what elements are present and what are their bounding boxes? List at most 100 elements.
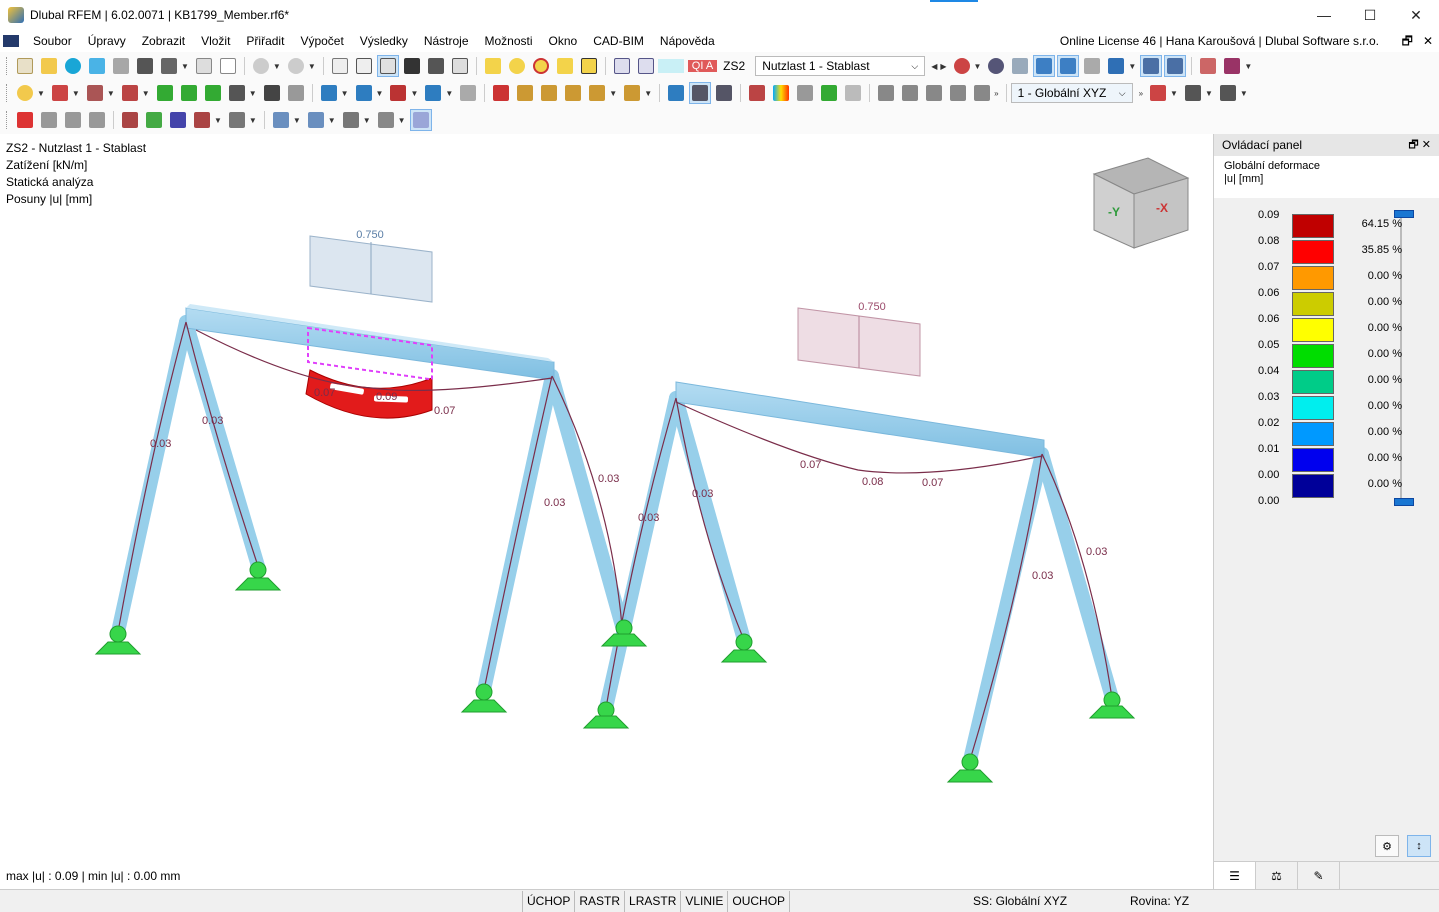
- surface-color-icon[interactable]: [770, 82, 792, 104]
- wizard-dropdown-icon[interactable]: ▼: [376, 89, 384, 98]
- solid-box-icon[interactable]: [794, 82, 816, 104]
- line-support-icon[interactable]: [178, 82, 200, 104]
- diagram-icon[interactable]: [1221, 55, 1243, 77]
- document-icon[interactable]: [217, 55, 239, 77]
- view-neg-y-icon[interactable]: [143, 109, 165, 131]
- render-icon[interactable]: [270, 109, 292, 131]
- view-mode-dropdown-icon[interactable]: ▼: [1128, 62, 1136, 71]
- lgrid-button[interactable]: LRASTR: [624, 890, 680, 912]
- menu-upravy[interactable]: Úpravy: [80, 30, 134, 52]
- distribute-5-icon[interactable]: [971, 82, 993, 104]
- webservice-icon[interactable]: [86, 55, 108, 77]
- axis-icon[interactable]: [1147, 82, 1169, 104]
- menu-soubor[interactable]: Soubor: [25, 30, 80, 52]
- menu-napoveda[interactable]: Nápověda: [652, 30, 723, 52]
- target-icon[interactable]: [530, 55, 552, 77]
- node-dropdown-icon[interactable]: ▼: [142, 89, 150, 98]
- dimension-icon[interactable]: [226, 82, 248, 104]
- tab-display-icon[interactable]: ✎: [1298, 862, 1340, 890]
- plane-icon[interactable]: [305, 109, 327, 131]
- select-dropdown-icon[interactable]: ▼: [37, 89, 45, 98]
- node-icon[interactable]: [119, 82, 141, 104]
- move-icon[interactable]: [490, 82, 512, 104]
- results-table-icon[interactable]: [1197, 55, 1219, 77]
- snap-dropdown-icon[interactable]: ▼: [1205, 89, 1213, 98]
- dimension-dropdown-icon[interactable]: ▼: [249, 89, 257, 98]
- results-dropdown-icon[interactable]: ▼: [974, 62, 982, 71]
- select-icon[interactable]: [14, 82, 36, 104]
- tab-balance-icon[interactable]: ⚖: [1256, 862, 1298, 890]
- axis-dropdown-icon[interactable]: ▼: [1170, 89, 1178, 98]
- box-view-icon[interactable]: [38, 109, 60, 131]
- cloud-calc-icon[interactable]: [554, 55, 576, 77]
- print-icon[interactable]: [158, 55, 180, 77]
- load-dropdown-icon[interactable]: ▼: [341, 89, 349, 98]
- wave-icon[interactable]: [746, 82, 768, 104]
- surface-support-icon[interactable]: [202, 82, 224, 104]
- osnap-button[interactable]: OUCHOP: [727, 890, 791, 912]
- filter-icon[interactable]: [665, 82, 687, 104]
- view-cube[interactable]: -Y -X: [1092, 157, 1190, 249]
- search-objects-icon[interactable]: [506, 55, 528, 77]
- distribute-2-icon[interactable]: [899, 82, 921, 104]
- show-results-icon[interactable]: [985, 55, 1007, 77]
- distribute-4-icon[interactable]: [947, 82, 969, 104]
- isometric-icon[interactable]: [226, 109, 248, 131]
- overflow-icon[interactable]: »: [1139, 89, 1143, 98]
- new-model-icon[interactable]: [14, 55, 36, 77]
- coord-system-select[interactable]: 1 - Globální XYZ ⌵: [1010, 83, 1133, 103]
- minimize-button[interactable]: —: [1301, 0, 1347, 30]
- film-icon[interactable]: [713, 82, 735, 104]
- panel-float-icon[interactable]: 🗗 ✕: [1408, 136, 1431, 155]
- model-viewport[interactable]: 0.750 0.750 0.07 0.09 0.07 0.03 0.03 0.0…: [0, 134, 1213, 889]
- render-dropdown-icon[interactable]: ▼: [293, 116, 301, 125]
- scale-icon[interactable]: [586, 82, 608, 104]
- view-z-icon[interactable]: [167, 109, 189, 131]
- model-check-icon[interactable]: [482, 55, 504, 77]
- distribute-1-icon[interactable]: [875, 82, 897, 104]
- grid-dropdown-icon[interactable]: ▼: [363, 116, 371, 125]
- mdi-restore-button[interactable]: 🗗: [1402, 30, 1413, 52]
- divide-dropdown-icon[interactable]: ▼: [644, 89, 652, 98]
- snap-button[interactable]: ÚCHOP: [522, 890, 574, 912]
- toolbar-grip[interactable]: [6, 111, 9, 129]
- open-folder-icon[interactable]: [38, 55, 60, 77]
- table-icon[interactable]: [353, 55, 375, 77]
- scale-dropdown-icon[interactable]: ▼: [609, 89, 617, 98]
- grid-button[interactable]: RASTR: [574, 890, 624, 912]
- tab-legend-icon[interactable]: ☰: [1214, 862, 1256, 890]
- menu-cad-bim[interactable]: CAD-BIM: [585, 30, 652, 52]
- cloud-icon[interactable]: [62, 55, 84, 77]
- view-dropdown-icon[interactable]: ▼: [214, 116, 222, 125]
- script-icon[interactable]: [425, 55, 447, 77]
- view-mode-icon[interactable]: [1105, 55, 1127, 77]
- imperfection-dropdown-icon[interactable]: ▼: [445, 89, 453, 98]
- arrow-icon[interactable]: [818, 82, 840, 104]
- box-view-3-icon[interactable]: [86, 109, 108, 131]
- nodal-support-icon[interactable]: [154, 82, 176, 104]
- result-up-icon[interactable]: [611, 55, 633, 77]
- print-report-icon[interactable]: [110, 55, 132, 77]
- legend-slider-bottom[interactable]: [1394, 498, 1414, 506]
- solid-view-icon[interactable]: [1081, 55, 1103, 77]
- layer-dropdown-icon[interactable]: ▼: [1240, 89, 1248, 98]
- member-results-icon[interactable]: [1140, 55, 1163, 77]
- plane-dropdown-icon[interactable]: ▼: [328, 116, 336, 125]
- load-wizard-icon[interactable]: [353, 82, 375, 104]
- box-view-2-icon[interactable]: [62, 109, 84, 131]
- divide-icon[interactable]: [621, 82, 643, 104]
- diagram-dropdown-icon[interactable]: ▼: [1244, 62, 1252, 71]
- imperfection-icon[interactable]: [422, 82, 444, 104]
- delete-icon[interactable]: [14, 109, 36, 131]
- close-button[interactable]: ✕: [1393, 0, 1439, 30]
- toolbar-grip[interactable]: [6, 84, 9, 102]
- line-icon[interactable]: [49, 82, 71, 104]
- view-x-icon[interactable]: [119, 109, 141, 131]
- copy-icon[interactable]: [514, 82, 536, 104]
- load-case-select[interactable]: Nutzlast 1 - Stablast ⌵: [755, 56, 926, 76]
- block-icon[interactable]: [387, 82, 409, 104]
- redo-icon[interactable]: [285, 55, 307, 77]
- console-icon[interactable]: [401, 55, 423, 77]
- next-load-case-icon[interactable]: ▶: [940, 62, 946, 71]
- menu-okno[interactable]: Okno: [541, 30, 586, 52]
